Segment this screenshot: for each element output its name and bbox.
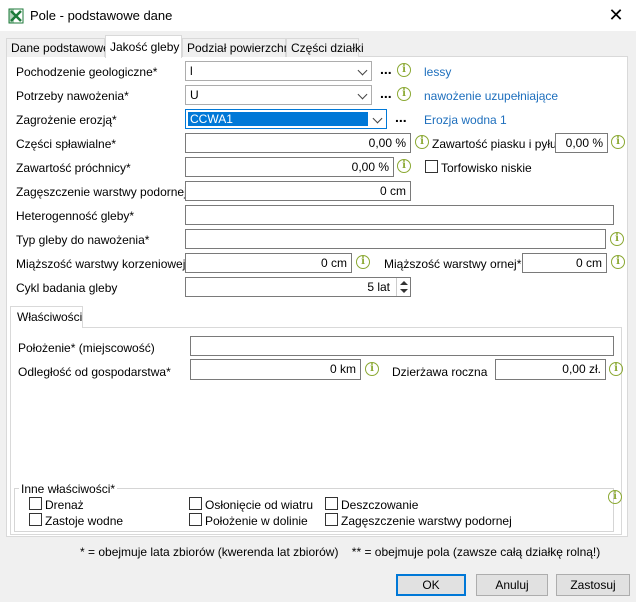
zageszczenie-input[interactable]: 0 cm <box>185 181 411 201</box>
footnote: * = obejmuje lata zbiorów (kwerenda lat … <box>80 545 601 559</box>
piasek-label: Zawartość piasku i pyłu* <box>432 137 562 151</box>
info-icon[interactable]: i <box>356 255 370 269</box>
polozenie-label: Położenie* (miejscowość) <box>18 341 155 355</box>
czesci-input[interactable]: 0,00 % <box>185 133 411 153</box>
torfowisko-checkbox[interactable] <box>425 160 438 173</box>
ok-button[interactable]: OK <box>396 574 466 596</box>
tab-podzial-powierzchni[interactable]: Podział powierzchni <box>182 38 293 57</box>
cykl-spinner[interactable]: 5 lat <box>185 277 411 297</box>
zageszczenie-podornej-label: Zagęszczenie warstwy podornej <box>341 514 512 528</box>
dolina-label: Położenie w dolinie <box>205 514 308 528</box>
cykl-label: Cykl badania gleby <box>16 281 118 295</box>
window-title: Pole - podstawowe dane <box>30 8 173 23</box>
info-icon[interactable]: i <box>611 135 625 149</box>
potrzeby-more-button[interactable]: ... <box>380 85 392 101</box>
ornej-label: Miąższość warstwy ornej* <box>384 257 522 271</box>
typ-input[interactable] <box>185 229 606 249</box>
czesci-label: Części spławialne* <box>16 137 117 151</box>
info-icon[interactable]: i <box>609 362 623 376</box>
dzierzawa-label: Dzierżawa roczna <box>392 365 488 379</box>
typ-label: Typ gleby do nawożenia* <box>16 233 150 247</box>
deszczowanie-checkbox[interactable] <box>325 497 338 510</box>
cykl-value: 5 lat <box>367 280 390 294</box>
inne-wlasciwosci-title: Inne właściwości* <box>19 482 118 496</box>
drenaz-checkbox[interactable] <box>29 497 42 510</box>
tab-wlasciwosci[interactable]: Właściwości <box>10 306 83 328</box>
prochnica-label: Zawartość próchnicy* <box>16 161 131 175</box>
drenaz-label: Drenaż <box>45 498 84 512</box>
tab-dane-podstawowe[interactable]: Dane podstawowe <box>6 38 110 57</box>
apply-button[interactable]: Zastosuj <box>556 574 630 596</box>
heterogennosc-label: Heterogenność gleby* <box>16 209 135 223</box>
app-icon <box>8 8 24 24</box>
close-icon[interactable]: ✕ <box>602 4 630 26</box>
tab-czesci-dzialki[interactable]: Części działki <box>286 38 364 57</box>
prochnica-input[interactable]: 0,00 % <box>185 157 394 177</box>
chevron-down-icon[interactable] <box>354 62 371 80</box>
zagrozenie-combo[interactable]: CCWA1 <box>185 109 387 129</box>
info-icon[interactable]: i <box>397 159 411 173</box>
ornej-input[interactable]: 0 cm <box>522 253 607 273</box>
info-icon[interactable]: i <box>611 255 625 269</box>
dzierzawa-input[interactable]: 0,00 zł. <box>495 359 606 380</box>
potrzeby-link[interactable]: nawożenie uzupełniające <box>424 89 558 103</box>
korzeniowa-input[interactable]: 0 cm <box>185 253 352 273</box>
zagrozenie-label: Zagrożenie erozją* <box>16 113 117 127</box>
cancel-button[interactable]: Anuluj <box>476 574 548 596</box>
spin-down-icon[interactable] <box>400 289 408 293</box>
zageszczenie-label: Zagęszczenie warstwy podornej* <box>16 185 192 199</box>
info-icon[interactable]: i <box>365 362 379 376</box>
info-icon[interactable]: i <box>397 63 411 77</box>
odleglosc-label: Odległość od gospodarstwa* <box>18 365 171 379</box>
info-icon[interactable]: i <box>610 232 624 246</box>
info-icon[interactable]: i <box>397 87 411 101</box>
heterogennosc-input[interactable] <box>185 205 614 225</box>
chevron-down-icon[interactable] <box>354 86 371 104</box>
potrzeby-label: Potrzeby nawożenia* <box>16 89 129 103</box>
info-icon[interactable]: i <box>415 135 429 149</box>
chevron-down-icon[interactable] <box>369 110 386 128</box>
torfowisko-label: Torfowisko niskie <box>441 161 532 175</box>
piasek-input[interactable]: 0,00 % <box>555 133 608 153</box>
zastoje-checkbox[interactable] <box>29 513 42 526</box>
zagrozenie-value: CCWA1 <box>190 112 233 126</box>
pochodzenie-link[interactable]: lessy <box>424 65 451 79</box>
zagrozenie-link[interactable]: Erozja wodna 1 <box>424 113 507 127</box>
zagrozenie-more-button[interactable]: ... <box>395 109 407 125</box>
spin-buttons[interactable] <box>396 278 410 296</box>
pochodzenie-value: l <box>190 64 193 78</box>
spin-up-icon[interactable] <box>400 281 408 285</box>
info-icon[interactable]: i <box>608 490 622 504</box>
pochodzenie-combo[interactable]: l <box>185 61 372 81</box>
deszczowanie-label: Deszczowanie <box>341 498 419 512</box>
tab-jakosc-gleby[interactable]: Jakość gleby <box>105 35 182 58</box>
potrzeby-value: U <box>190 88 199 102</box>
odleglosc-input[interactable]: 0 km <box>190 359 361 380</box>
polozenie-input[interactable] <box>190 336 614 356</box>
pochodzenie-more-button[interactable]: ... <box>380 61 392 77</box>
zastoje-label: Zastoje wodne <box>45 514 124 528</box>
dolina-checkbox[interactable] <box>189 513 202 526</box>
potrzeby-combo[interactable]: U <box>185 85 372 105</box>
oslonecie-label: Osłonięcie od wiatru <box>205 498 314 512</box>
zageszczenie-podornej-checkbox[interactable] <box>325 513 338 526</box>
oslonecie-checkbox[interactable] <box>189 497 202 510</box>
pochodzenie-label: Pochodzenie geologiczne* <box>16 65 158 79</box>
korzeniowa-label: Miąższość warstwy korzeniowej* <box>16 257 191 271</box>
